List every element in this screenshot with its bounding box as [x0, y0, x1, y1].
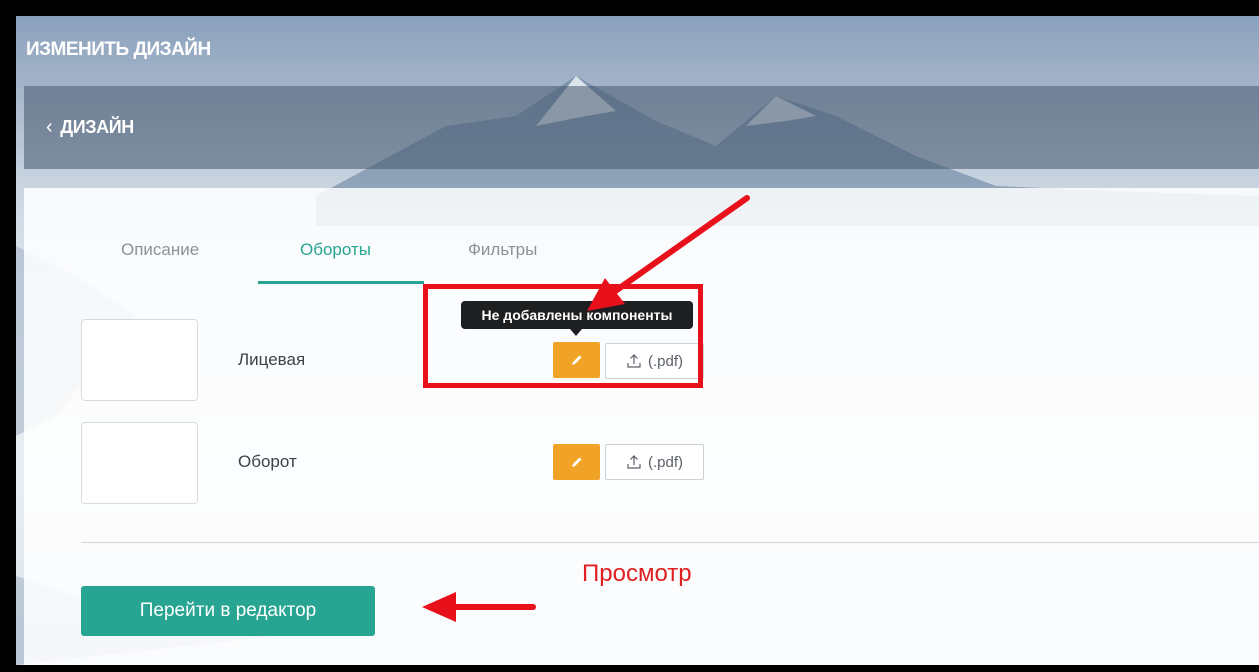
back-label: ДИЗАЙН — [60, 117, 134, 137]
tab-description[interactable]: Описание — [121, 240, 199, 260]
chevron-left-icon: ‹ — [46, 116, 53, 138]
screenshot-border-left — [0, 0, 16, 672]
back-side-edit-button[interactable] — [553, 444, 600, 480]
back-side-label: Оборот — [238, 452, 297, 471]
tab-filters[interactable]: Фильтры — [468, 240, 537, 260]
divider — [81, 542, 1259, 543]
upload-icon — [627, 455, 641, 469]
breadcrumb-bar: ‹ ДИЗАЙН — [24, 86, 1259, 169]
open-editor-button[interactable]: Перейти в редактор — [81, 586, 375, 636]
screenshot-border-bottom — [0, 665, 1259, 672]
tab-sides[interactable]: Обороты — [300, 240, 371, 260]
back-side-upload-label: (.pdf) — [647, 453, 683, 471]
front-side-thumbnail[interactable] — [81, 319, 198, 401]
design-card: Описание Обороты Фильтры Лицевая (.pdf) … — [24, 188, 1259, 665]
front-side-label: Лицевая — [238, 350, 306, 369]
back-side-upload-button[interactable]: (.pdf) — [605, 444, 704, 480]
annotation-label: Просмотр — [582, 560, 692, 587]
page-title: ИЗМЕНИТЬ ДИЗАЙН — [26, 39, 211, 60]
screenshot-border-top — [0, 0, 1259, 16]
back-side-thumbnail[interactable] — [81, 422, 198, 504]
active-tab-indicator — [258, 281, 424, 284]
pencil-icon — [571, 457, 581, 467]
annotation-highlight-box — [423, 284, 703, 388]
back-button[interactable]: ‹ ДИЗАЙН — [46, 116, 134, 139]
